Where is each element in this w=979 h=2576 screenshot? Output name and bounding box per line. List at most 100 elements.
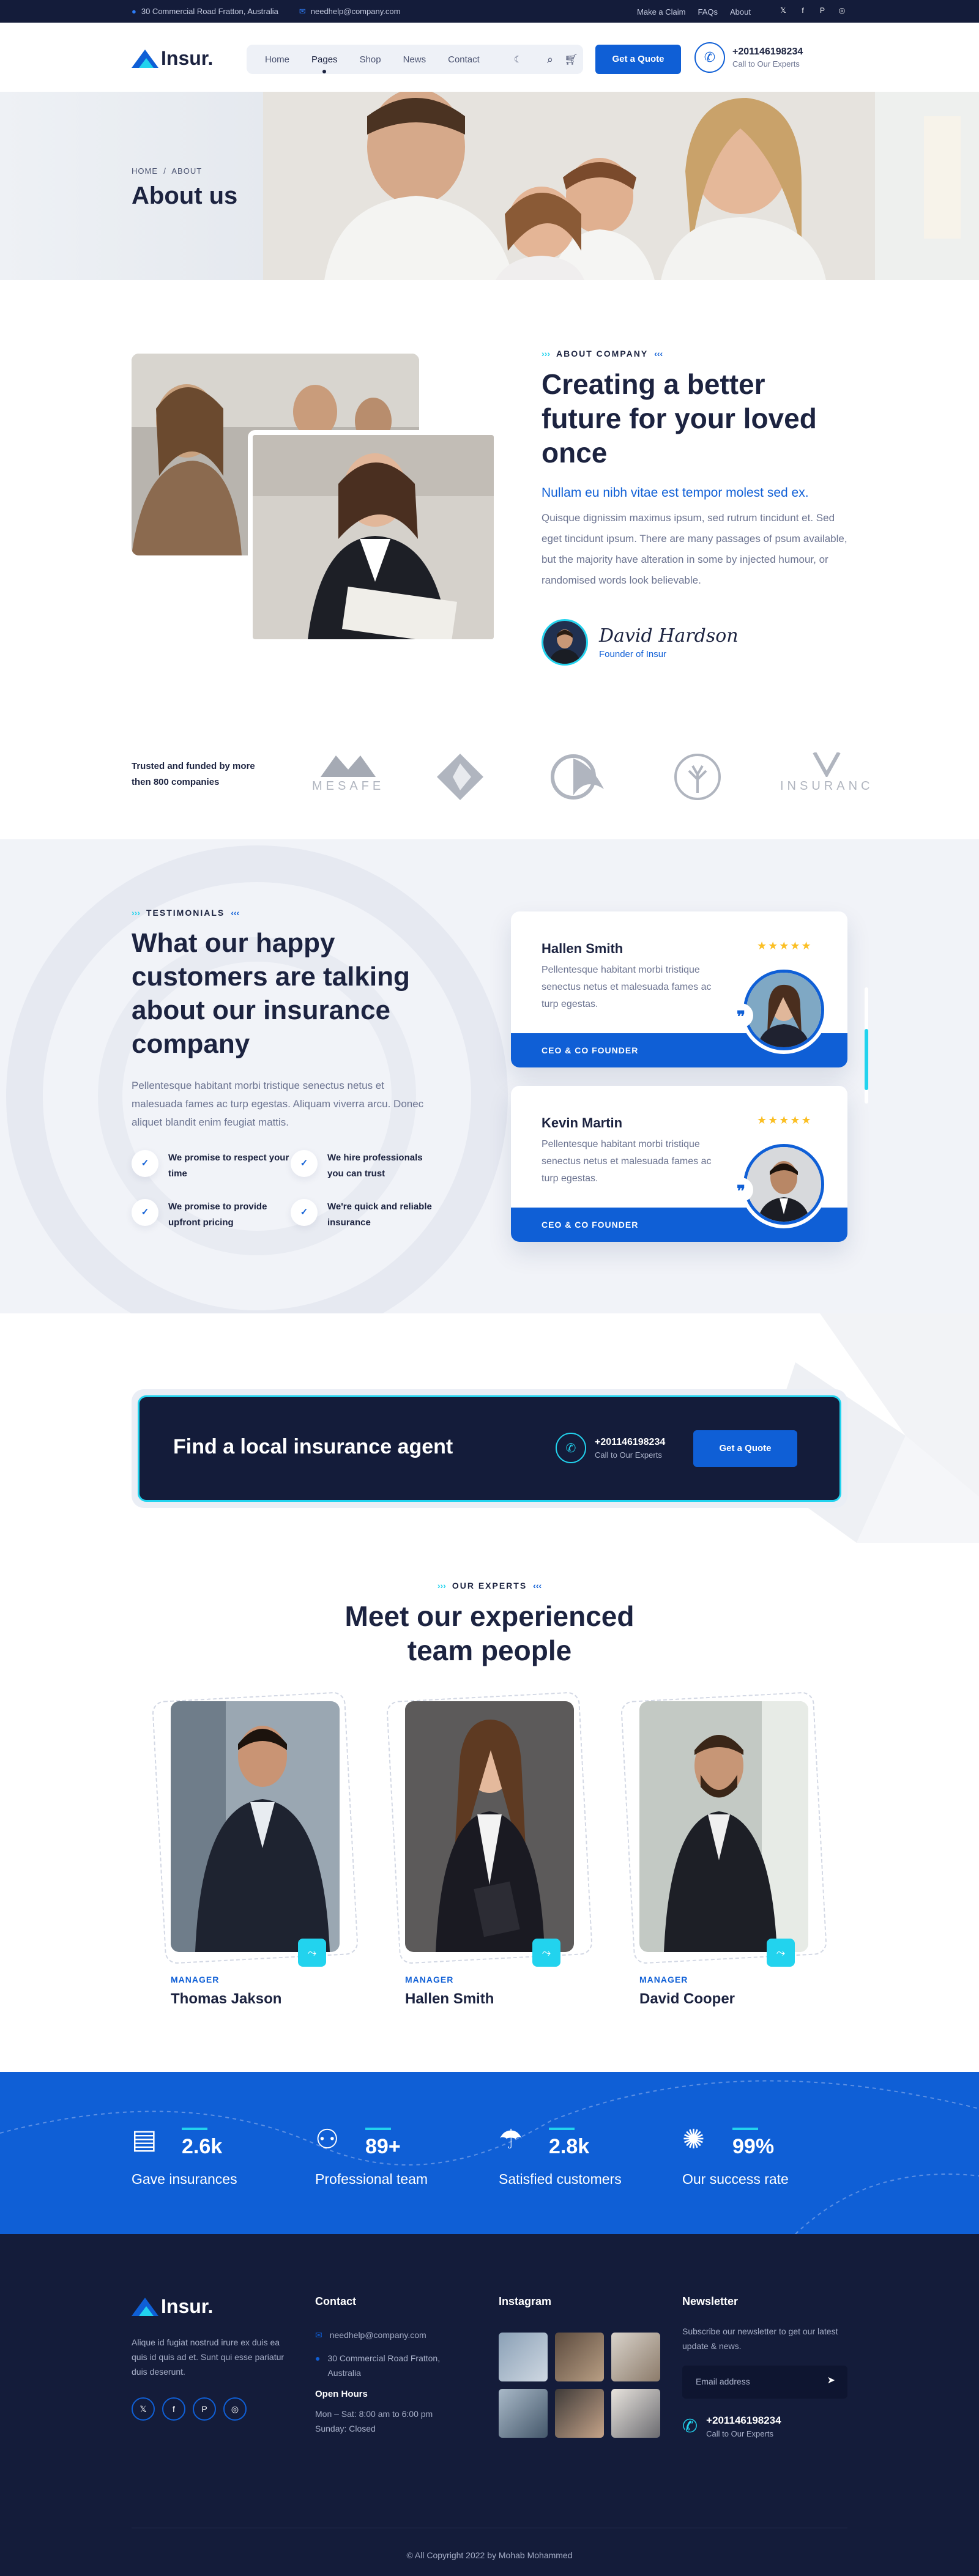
twitter-icon[interactable]: 𝕏 (778, 6, 789, 17)
topbar-email[interactable]: ✉ needhelp@company.com (299, 7, 401, 17)
instagram-thumb[interactable] (555, 2389, 604, 2438)
agent-phone[interactable]: ✆ +201146198234 Call to Our Experts (556, 1433, 665, 1463)
footer-email[interactable]: ✉ needhelp@company.com (315, 2328, 474, 2342)
partner-logo-4[interactable] (673, 752, 722, 807)
agent-quote-button[interactable]: Get a Quote (693, 1430, 797, 1467)
about-link[interactable]: About (730, 7, 751, 17)
stat-label: Gave insurances (132, 2171, 237, 2187)
member-name[interactable]: Hallen Smith (405, 1991, 576, 2008)
footer-about: Insur. Alique id fugiat nostrud irure ex… (132, 2295, 297, 2421)
footer-contact-title: Contact (315, 2295, 356, 2307)
testimonials-section: ››› TESTIMONIALS ‹‹‹ What our happy custom… (0, 839, 979, 1313)
breadcrumb-separator: / (163, 166, 166, 176)
instagram-icon[interactable]: ◎ (223, 2397, 247, 2421)
agent-phone-sub: Call to Our Experts (595, 1450, 662, 1460)
get-quote-button[interactable]: Get a Quote (595, 45, 681, 74)
partner-logo-2[interactable] (436, 752, 485, 807)
phone-icon: ✆ (682, 2416, 698, 2437)
nav-contact[interactable]: Contact (448, 54, 480, 65)
stat-value: 2.6k (182, 2128, 222, 2159)
testimonials-eyebrow: ››› TESTIMONIALS ‹‹‹ (132, 908, 240, 918)
pinterest-icon[interactable]: P (817, 6, 828, 17)
instagram-thumb[interactable] (499, 2389, 548, 2438)
stat-item: ⚇ 89+ Professional team (315, 2121, 499, 2188)
topbar-address: ● 30 Commercial Road Fratton, Australia (132, 7, 278, 17)
partner-logo-mesafe[interactable]: MESAFE (312, 752, 384, 807)
testimonial-card[interactable]: Kevin Martin ★★★★★ Pellentesque habitant… (511, 1086, 847, 1242)
facebook-icon[interactable]: f (797, 6, 808, 17)
partner-logo-insurance[interactable]: INSURANC (780, 752, 873, 807)
team-member-card[interactable]: ⤳ MANAGER David Cooper (620, 1691, 828, 2008)
send-icon[interactable]: ➤ (827, 2374, 835, 2386)
top-bar: ● 30 Commercial Road Fratton, Australia ✉… (0, 0, 979, 23)
instagram-thumb[interactable] (611, 2333, 660, 2381)
stats-section: ▤ 2.6k Gave insurances ⚇ 89+ Professional … (0, 2072, 979, 2234)
make-claim-link[interactable]: Make a Claim (637, 7, 685, 17)
share-icon[interactable]: ⤳ (767, 1939, 795, 1967)
phone-number[interactable]: +201146198234 (732, 46, 803, 58)
testimonials-eyebrow-text: TESTIMONIALS (146, 908, 225, 918)
stat-value: 99% (732, 2128, 774, 2159)
header-phone[interactable]: ✆ +201146198234 Call to Our Experts (694, 42, 803, 73)
breadcrumb: HOME / ABOUT (132, 166, 202, 176)
footer-email-text[interactable]: needhelp@company.com (330, 2328, 426, 2342)
instagram-icon[interactable]: ◎ (836, 6, 847, 17)
location-icon: ● (315, 2353, 321, 2363)
team-section: ››› OUR EXPERTS ‹‹‹ Meet our experienced t… (0, 1543, 979, 2072)
nav-shop[interactable]: Shop (360, 54, 381, 65)
instagram-thumb[interactable] (499, 2333, 548, 2381)
share-icon[interactable]: ⤳ (532, 1939, 560, 1967)
site-logo[interactable]: Insur. (132, 47, 213, 70)
share-icon[interactable]: ⤳ (298, 1939, 326, 1967)
footer-logo[interactable]: Insur. (132, 2295, 297, 2318)
check-icon: ✓ (291, 1150, 318, 1177)
logo-mark-icon (132, 2297, 158, 2316)
search-icon[interactable]: ⌕ (547, 53, 553, 66)
agent-phone-number[interactable]: +201146198234 (595, 1437, 665, 1448)
team-member-photo (171, 1701, 340, 1952)
member-role: MANAGER (639, 1975, 688, 1984)
logo-text: Insur. (161, 2295, 214, 2317)
team-member-card[interactable]: ⤳ MANAGER Thomas Jakson (151, 1691, 359, 2008)
mail-icon: ✉ (299, 7, 306, 16)
newsletter-email-input[interactable]: Email address ➤ (682, 2366, 847, 2399)
scrollbar-thumb[interactable] (865, 1029, 868, 1090)
nav-pages[interactable]: Pages (311, 54, 338, 73)
testimonials-body: Pellentesque habitant morbi tristique se… (132, 1080, 424, 1128)
team-title-text: Meet our experienced team people (344, 1600, 635, 1666)
instagram-thumb[interactable] (611, 2389, 660, 2438)
footer-phone-number[interactable]: +201146198234 (706, 2415, 781, 2427)
facebook-icon[interactable]: f (162, 2397, 185, 2421)
member-name[interactable]: David Cooper (639, 1991, 811, 2008)
stat-label: Satisfied customers (499, 2171, 622, 2187)
faqs-link[interactable]: FAQs (698, 7, 718, 17)
footer-contact: Contact ✉ needhelp@company.com ● 30 Commer… (315, 2295, 474, 2436)
stat-value: 89+ (365, 2128, 401, 2159)
testimonial-card[interactable]: Hallen Smith ★★★★★ Pellentesque habitant… (511, 911, 847, 1067)
instagram-thumb[interactable] (555, 2333, 604, 2381)
footer-instagram: Instagram (499, 2295, 670, 2438)
dark-mode-icon[interactable]: ☾ (514, 54, 522, 65)
testimonial-scrollbar[interactable] (865, 987, 868, 1104)
footer-phone[interactable]: ✆ +201146198234 Call to Our Experts (682, 2415, 854, 2438)
phone-icon: ✆ (556, 1433, 586, 1463)
feature-item: ✓ We promise to respect your time (132, 1150, 291, 1182)
cart-icon[interactable]: 🛒︎ (564, 53, 578, 66)
breadcrumb-home[interactable]: HOME (132, 166, 158, 176)
footer-address-text: 30 Commercial Road Fratton, Australia (327, 2353, 441, 2378)
twitter-icon[interactable]: 𝕏 (132, 2397, 155, 2421)
partner-logo-3[interactable] (549, 752, 610, 807)
about-section: ››› ABOUT COMPANY ‹‹‹ Creating a better fu… (0, 280, 979, 703)
stat-item: ☂ 2.8k Satisfied customers (499, 2121, 682, 2188)
stat-item: ✺ 99% Our success rate (682, 2121, 866, 2188)
nav-news[interactable]: News (403, 54, 426, 65)
nav-home[interactable]: Home (265, 54, 289, 65)
member-name[interactable]: Thomas Jakson (171, 1991, 342, 2008)
family-photo (263, 92, 979, 280)
team-eyebrow-text: OUR EXPERTS (452, 1581, 527, 1591)
pinterest-icon[interactable]: P (193, 2397, 216, 2421)
quote-icon: ❞ (729, 1003, 753, 1028)
email-link[interactable]: needhelp@company.com (311, 7, 401, 16)
team-member-card[interactable]: ⤳ MANAGER Hallen Smith (385, 1691, 594, 2008)
about-body: Quisque dignissim maximus ipsum, sed rut… (542, 512, 847, 586)
